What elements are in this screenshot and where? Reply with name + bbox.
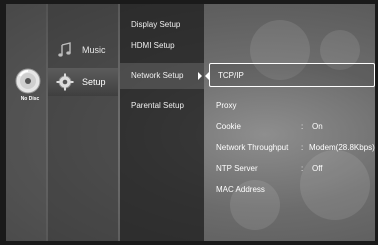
option-ntp-server-value: Off — [312, 164, 323, 173]
disc-status-label: No Disc — [20, 96, 40, 102]
disc-column — [6, 4, 46, 241]
option-separator: : — [301, 164, 304, 173]
submenu-display-setup[interactable]: Display Setup — [131, 20, 180, 30]
option-label: TCP/IP — [218, 71, 244, 80]
option-cookie-value: On — [312, 122, 323, 131]
gear-icon — [54, 71, 76, 93]
option-separator: : — [301, 143, 304, 152]
setup-submenu: Display Setup HDMI Setup Network Setup P… — [120, 4, 204, 241]
category-label: Music — [82, 45, 106, 55]
bokeh-decoration — [300, 150, 370, 220]
option-ntp-server[interactable]: NTP Server — [216, 164, 258, 173]
chevron-right-icon — [198, 72, 202, 80]
setup-screen: No Disc Music Setup Display Setup HDMI S… — [0, 0, 378, 245]
option-network-throughput[interactable]: Network Throughput — [216, 143, 288, 152]
disc-icon — [14, 67, 42, 95]
option-separator: : — [301, 122, 304, 131]
category-setup[interactable]: Setup — [48, 68, 118, 96]
submenu-hdmi-setup[interactable]: HDMI Setup — [131, 41, 175, 51]
category-column: Music Setup — [48, 4, 118, 241]
submenu-parental-setup[interactable]: Parental Setup — [131, 101, 184, 111]
option-mac-address[interactable]: MAC Address — [216, 185, 265, 194]
option-cookie[interactable]: Cookie — [216, 122, 241, 131]
option-network-throughput-value: Modem(28.8Kbps) — [309, 143, 375, 152]
category-music[interactable]: Music — [48, 36, 118, 64]
category-label: Setup — [82, 77, 106, 87]
option-proxy[interactable]: Proxy — [216, 101, 236, 110]
music-note-icon — [54, 39, 76, 61]
submenu-network-setup[interactable]: Network Setup — [131, 71, 183, 81]
option-tcpip[interactable]: TCP/IP — [209, 63, 375, 87]
